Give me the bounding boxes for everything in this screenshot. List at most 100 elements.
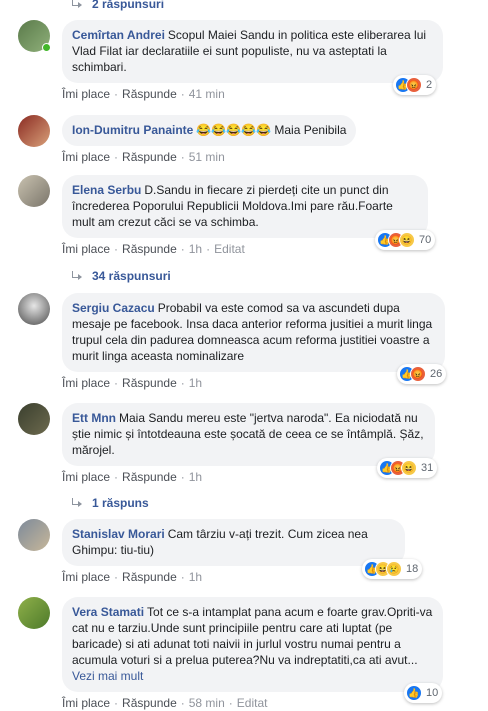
- separator: ·: [180, 696, 185, 710]
- like-button[interactable]: Îmi place: [62, 150, 110, 164]
- reply-button[interactable]: Răspunde: [122, 470, 177, 484]
- comment-bubble: Sergiu Cazacu Probabil va este comod sa v…: [62, 293, 445, 372]
- comment-body: Ion-Dumitru Panainte 😂😂😂😂😂 Maia Penibila …: [62, 115, 357, 164]
- comment-actions: Îmi place · Răspunde · 1h: [62, 376, 445, 390]
- comment-time[interactable]: 1h: [189, 470, 202, 484]
- see-more-link[interactable]: Vezi mai mult: [72, 669, 143, 683]
- comment-time[interactable]: 1h: [189, 242, 202, 256]
- comment-bubble: Cemîrtan Andrei Scopul Maiei Sandu in pol…: [62, 20, 443, 83]
- reactions-count: 26: [430, 368, 443, 380]
- view-replies-link[interactable]: 2 răspunsuri: [70, 0, 164, 11]
- reply-arrow-icon: [70, 498, 84, 508]
- avatar[interactable]: [18, 597, 50, 629]
- haha-icon: 😆: [399, 232, 415, 248]
- like-button[interactable]: Îmi place: [62, 470, 110, 484]
- like-button[interactable]: Îmi place: [62, 376, 110, 390]
- like-button[interactable]: Îmi place: [62, 696, 110, 710]
- comment-author[interactable]: Sergiu Cazacu: [72, 301, 155, 315]
- sad-icon: 😢: [386, 561, 402, 577]
- reactions-count: 10: [426, 687, 439, 699]
- reactions-summary[interactable]: 👍 😆 😢 18: [362, 559, 423, 579]
- avatar[interactable]: [18, 20, 51, 52]
- reactions-count: 31: [421, 462, 434, 474]
- haha-icon: 😆: [401, 460, 417, 476]
- replies-count: 2 răspunsuri: [92, 0, 165, 11]
- reactions-summary[interactable]: 👍 😡 2: [393, 75, 437, 95]
- angry-icon: 😡: [410, 366, 426, 382]
- angry-icon: 😡: [406, 77, 422, 93]
- comment-bubble: Ion-Dumitru Panainte 😂😂😂😂😂 Maia Penibila: [62, 115, 357, 146]
- like-button[interactable]: Îmi place: [62, 87, 110, 101]
- avatar[interactable]: [18, 293, 50, 325]
- comment-time[interactable]: 1h: [189, 570, 202, 584]
- comment: Vera Stamati Tot ce s-a intamplat pana ac…: [18, 597, 443, 710]
- reactions-count: 70: [419, 234, 432, 246]
- reactions-count: 2: [426, 79, 433, 91]
- view-replies-link[interactable]: 34 răspunsuri: [70, 269, 171, 283]
- reply-button[interactable]: Răspunde: [122, 696, 177, 710]
- comment-time[interactable]: 1h: [189, 376, 202, 390]
- replies-count: 34 răspunsuri: [92, 269, 171, 283]
- separator: ·: [180, 87, 185, 101]
- separator: ·: [114, 87, 119, 101]
- separator: ·: [180, 150, 185, 164]
- comment-body: Stanislav Morari Cam târziu v-ați trezit.…: [62, 519, 423, 584]
- comment-body: Cemîrtan Andrei Scopul Maiei Sandu in pol…: [62, 20, 443, 101]
- online-status-icon: [42, 43, 51, 52]
- separator: ·: [206, 242, 211, 256]
- reactions-summary[interactable]: 👍 😡 😆 31: [377, 458, 438, 478]
- comment-body: Elena Serbu D.Sandu in fiecare zi pierdeț…: [62, 175, 436, 256]
- edited-label[interactable]: Editat: [214, 242, 245, 256]
- like-button[interactable]: Îmi place: [62, 570, 110, 584]
- reactions-summary[interactable]: 👍 😡 😆 70: [375, 230, 436, 250]
- separator: ·: [114, 150, 119, 164]
- separator: ·: [228, 696, 233, 710]
- comment-author[interactable]: Ett Mnn: [72, 411, 116, 425]
- like-icon: 👍: [406, 685, 422, 701]
- view-replies-link[interactable]: 1 răspuns: [70, 496, 149, 510]
- comment-author[interactable]: Cemîrtan Andrei: [72, 28, 165, 42]
- reactions-count: 18: [406, 563, 419, 575]
- reply-button[interactable]: Răspunde: [122, 242, 177, 256]
- comment: Ion-Dumitru Panainte 😂😂😂😂😂 Maia Penibila …: [18, 115, 357, 164]
- avatar[interactable]: [18, 403, 50, 435]
- reactions-summary[interactable]: 👍 😡 26: [397, 364, 447, 384]
- comment-bubble: Ett Mnn Maia Sandu mereu este "jertva nar…: [62, 403, 435, 466]
- edited-label[interactable]: Editat: [237, 696, 268, 710]
- like-button[interactable]: Îmi place: [62, 242, 110, 256]
- comment-text: Maia Sandu mereu este "jertva naroda". E…: [72, 411, 424, 457]
- replies-count: 1 răspuns: [92, 496, 149, 510]
- comment-time[interactable]: 41 min: [189, 87, 225, 101]
- comment-author[interactable]: Elena Serbu: [72, 183, 141, 197]
- comment-actions: Îmi place · Răspunde · 41 min: [62, 87, 443, 101]
- comment-author[interactable]: Stanislav Morari: [72, 527, 165, 541]
- reply-button[interactable]: Răspunde: [122, 150, 177, 164]
- comment-author[interactable]: Ion-Dumitru Panainte: [72, 123, 193, 137]
- comment-body: Ett Mnn Maia Sandu mereu este "jertva nar…: [62, 403, 438, 484]
- reply-button[interactable]: Răspunde: [122, 87, 177, 101]
- comment: Cemîrtan Andrei Scopul Maiei Sandu in pol…: [18, 20, 443, 101]
- separator: ·: [180, 570, 185, 584]
- separator: ·: [180, 242, 185, 256]
- avatar[interactable]: [18, 115, 50, 147]
- separator: ·: [114, 570, 119, 584]
- reply-button[interactable]: Răspunde: [122, 376, 177, 390]
- comment-bubble: Vera Stamati Tot ce s-a intamplat pana ac…: [62, 597, 443, 692]
- avatar[interactable]: [18, 175, 50, 207]
- reply-button[interactable]: Răspunde: [122, 570, 177, 584]
- comment-body: Vera Stamati Tot ce s-a intamplat pana ac…: [62, 597, 443, 710]
- comment-time[interactable]: 51 min: [189, 150, 225, 164]
- comment-time[interactable]: 58 min: [189, 696, 225, 710]
- comment-author[interactable]: Vera Stamati: [72, 605, 144, 619]
- comment-actions: Îmi place · Răspunde · 58 min · Editat: [62, 696, 443, 710]
- separator: ·: [114, 242, 119, 256]
- reactions-summary[interactable]: 👍 10: [404, 683, 443, 703]
- avatar[interactable]: [18, 519, 50, 551]
- reply-arrow-icon: [70, 0, 84, 9]
- comment-actions: Îmi place · Răspunde · 1h · Editat: [62, 242, 428, 256]
- separator: ·: [114, 470, 119, 484]
- separator: ·: [114, 376, 119, 390]
- reply-arrow-icon: [70, 271, 84, 281]
- separator: ·: [114, 696, 119, 710]
- comment-text: 😂😂😂😂😂 Maia Penibila: [196, 123, 347, 137]
